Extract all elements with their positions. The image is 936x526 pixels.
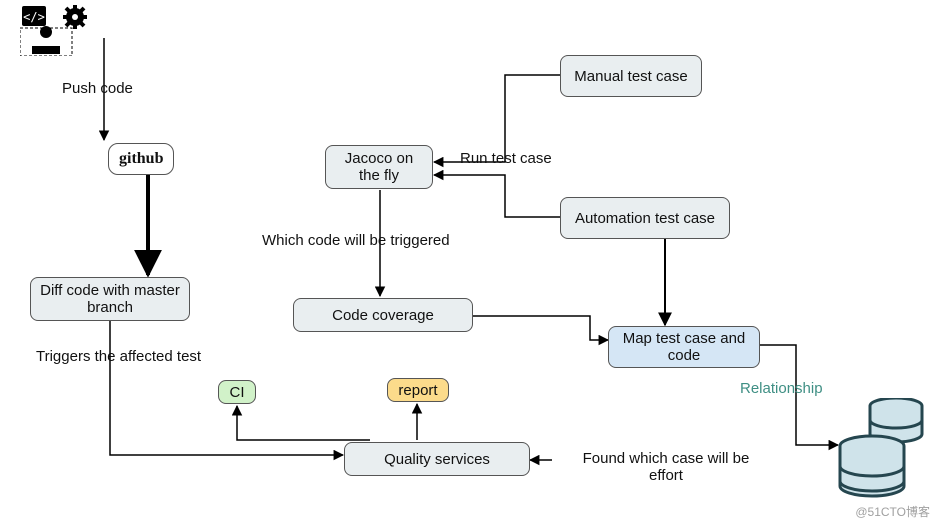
node-automation: Automation test case (560, 197, 730, 239)
node-map: Map test case and code (608, 326, 760, 368)
label-run: Run test case (460, 150, 552, 167)
node-quality: Quality services (344, 442, 530, 476)
watermark: @51CTO博客 (855, 503, 930, 520)
node-diff: Diff code with master branch (30, 277, 190, 321)
node-ci: CI (218, 380, 256, 404)
svg-text:</>: </> (23, 10, 45, 24)
node-github: github (108, 143, 174, 175)
label-push: Push code (62, 80, 133, 97)
node-jacoco: Jacoco on the fly (325, 145, 433, 189)
node-report: report (387, 378, 449, 402)
node-manual: Manual test case (560, 55, 702, 97)
node-coverage: Code coverage (293, 298, 473, 332)
label-rel: Relationship (740, 380, 823, 397)
label-found: Found which case will be effort (566, 450, 766, 484)
label-which: Which code will be triggered (262, 232, 450, 249)
label-trig: Triggers the affected test (36, 348, 201, 365)
